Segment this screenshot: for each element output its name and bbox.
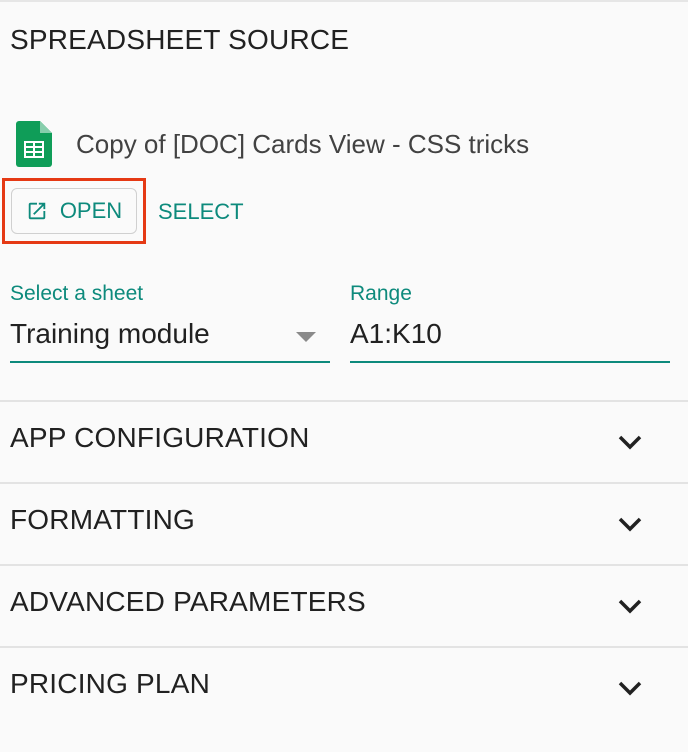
range-input[interactable]: A1:K10 <box>350 318 442 350</box>
accordion-app-configuration[interactable]: APP CONFIGURATION <box>0 402 688 482</box>
accordion-title: APP CONFIGURATION <box>10 422 310 453</box>
sheet-select-underline <box>10 361 330 363</box>
open-in-new-icon <box>28 202 46 220</box>
select-button[interactable]: SELECT <box>158 199 244 225</box>
file-name: Copy of [DOC] Cards View - CSS tricks <box>76 128 530 159</box>
accordion-advanced-parameters[interactable]: ADVANCED PARAMETERS <box>0 566 688 646</box>
open-button-label: OPEN <box>59 198 123 223</box>
sheet-select-value[interactable]: Training module <box>10 318 210 350</box>
chevron-down-icon <box>618 599 642 614</box>
range-input-underline <box>350 361 670 363</box>
dropdown-arrow-icon[interactable] <box>296 332 316 342</box>
file-row: Copy of [DOC] Cards View - CSS tricks <box>16 120 529 168</box>
accordion-pricing-plan[interactable]: PRICING PLAN <box>0 648 688 728</box>
sheet-label: Select a sheet <box>10 282 144 305</box>
chevron-down-icon <box>618 435 642 450</box>
chevron-down-icon <box>618 681 642 696</box>
open-button[interactable]: OPEN <box>11 188 137 234</box>
chevron-down-icon <box>618 517 642 532</box>
accordion-title: ADVANCED PARAMETERS <box>10 586 366 617</box>
accordion-title: PRICING PLAN <box>10 668 210 699</box>
top-divider <box>0 0 688 2</box>
accordion-title: FORMATTING <box>10 504 196 535</box>
accordion-formatting[interactable]: FORMATTING <box>0 484 688 564</box>
google-sheets-icon <box>16 121 52 167</box>
section-title: SPREADSHEET SOURCE <box>10 24 350 55</box>
range-label: Range <box>350 282 412 305</box>
